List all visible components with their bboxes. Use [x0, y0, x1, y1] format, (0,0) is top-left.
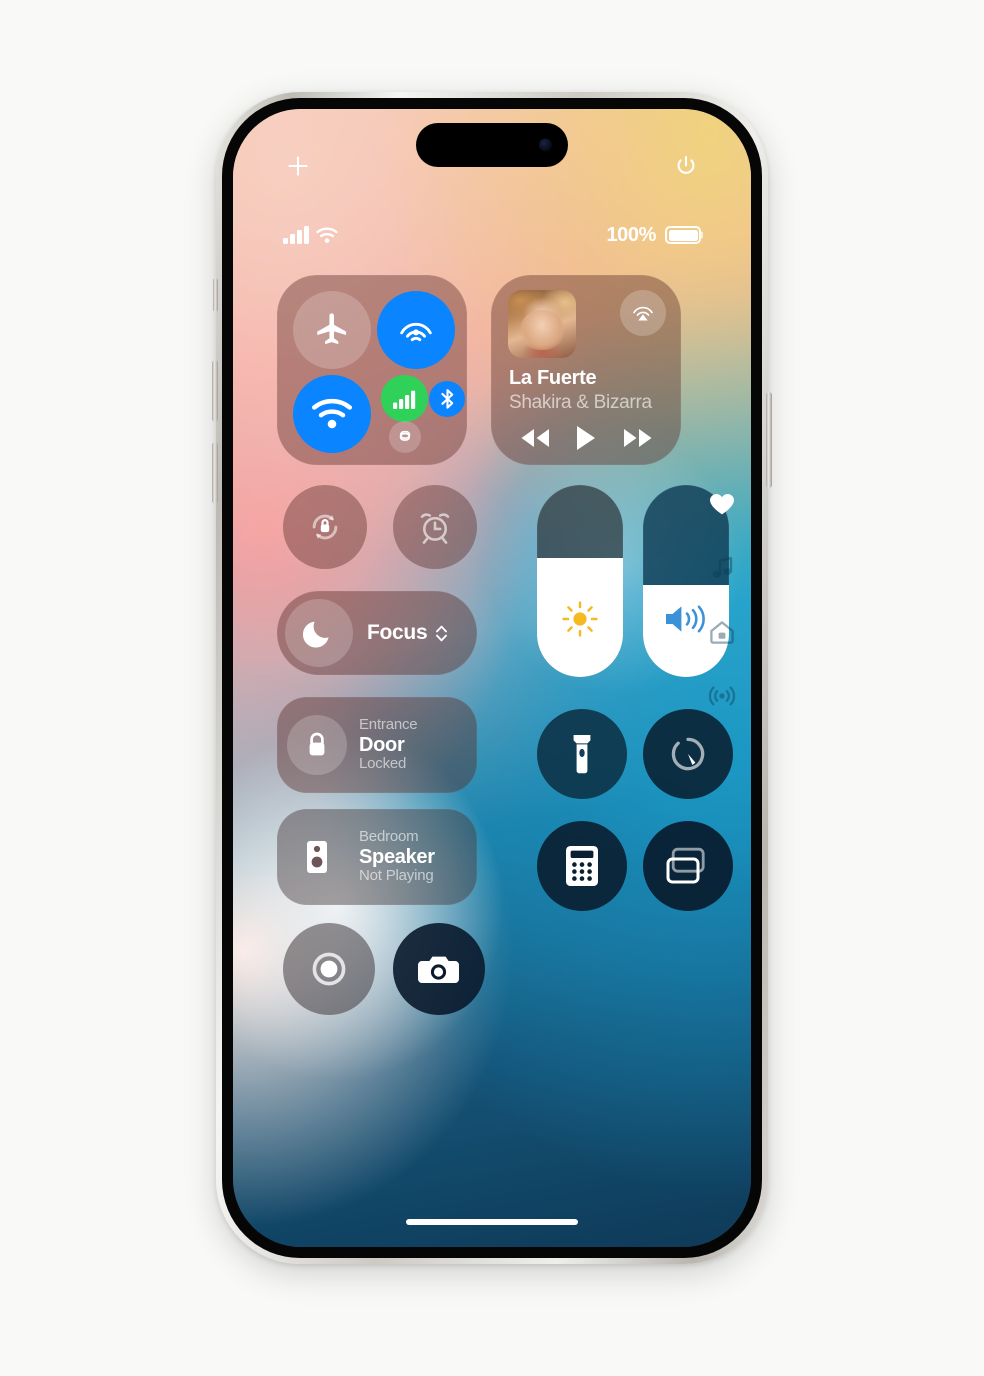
alarm-clock-button[interactable] — [393, 485, 477, 569]
brightness-slider-fill — [537, 557, 623, 677]
accessory-room: Bedroom — [359, 828, 419, 845]
add-control-button[interactable] — [281, 149, 315, 183]
connectivity-module — [277, 275, 467, 465]
airplane-mode-toggle[interactable] — [293, 291, 371, 369]
broadcast-icon[interactable] — [709, 683, 735, 709]
lock-closed-icon — [287, 715, 347, 775]
chevron-up-down-icon[interactable] — [435, 624, 448, 643]
accessory-state: Not Playing — [359, 867, 434, 885]
battery-icon — [665, 226, 703, 244]
screen-mirroring-button[interactable] — [643, 821, 733, 911]
power-off-button[interactable] — [669, 149, 703, 183]
volume-up-button[interactable] — [212, 360, 218, 422]
track-title: La Fuerte — [509, 367, 597, 389]
focus-label: Focus — [367, 621, 428, 644]
wifi-icon — [316, 227, 338, 244]
screen-record-button[interactable] — [283, 923, 375, 1015]
sun-icon — [561, 600, 599, 643]
home-accessory-door[interactable]: Entrance Door Locked — [277, 697, 477, 793]
side-power-button[interactable] — [766, 392, 772, 488]
bluetooth-toggle[interactable] — [429, 381, 465, 417]
home-accessory-text: Bedroom Speaker Not Playing — [359, 828, 435, 885]
volume-down-button[interactable] — [212, 442, 218, 504]
phone-device-frame: 100% La Fuerte Shakira & Bizarra Focus E… — [212, 92, 772, 1264]
status-bar-right: 100% — [606, 223, 703, 247]
dynamic-island[interactable] — [416, 123, 568, 167]
heart-icon[interactable] — [709, 491, 735, 517]
speaker-waves-icon — [662, 600, 710, 643]
camera-button[interactable] — [393, 923, 485, 1015]
brightness-slider[interactable] — [537, 485, 623, 677]
rewind-icon[interactable] — [515, 423, 555, 453]
cellular-data-toggle[interactable] — [381, 375, 428, 422]
play-icon[interactable] — [566, 423, 606, 453]
page-indicator-rail — [709, 491, 735, 709]
airplay-audio-icon[interactable] — [620, 290, 666, 336]
album-artwork — [508, 290, 576, 358]
accessory-state: Locked — [359, 755, 407, 773]
flashlight-button[interactable] — [537, 709, 627, 799]
status-bar-left — [283, 226, 338, 244]
cellular-signal-icon — [283, 226, 309, 244]
playback-controls — [491, 423, 681, 453]
action-button[interactable] — [213, 278, 218, 312]
track-artist: Shakira & Bizarra — [509, 392, 652, 413]
calculator-button[interactable] — [537, 821, 627, 911]
timer-button[interactable] — [643, 709, 733, 799]
status-bar: 100% — [233, 223, 751, 247]
accessory-name: Door — [359, 733, 405, 756]
moon-icon — [285, 599, 353, 667]
home-accessory-text: Entrance Door Locked — [359, 716, 418, 773]
battery-percent-label: 100% — [606, 223, 656, 246]
now-playing-module[interactable]: La Fuerte Shakira & Bizarra — [491, 275, 681, 465]
home-indicator[interactable] — [406, 1219, 578, 1225]
speaker-box-icon — [287, 827, 347, 887]
front-camera-dot-icon — [539, 138, 552, 152]
rotation-lock-toggle[interactable] — [283, 485, 367, 569]
house-icon[interactable] — [709, 619, 735, 645]
focus-label-group: Focus — [367, 621, 448, 645]
focus-control[interactable]: Focus — [277, 591, 477, 675]
phone-screen: 100% La Fuerte Shakira & Bizarra Focus E… — [233, 109, 751, 1247]
home-accessory-speaker[interactable]: Bedroom Speaker Not Playing — [277, 809, 477, 905]
fast-forward-icon[interactable] — [618, 423, 658, 453]
wifi-toggle[interactable] — [293, 375, 371, 453]
airdrop-toggle[interactable] — [377, 291, 455, 369]
phone-bezel: 100% La Fuerte Shakira & Bizarra Focus E… — [222, 98, 762, 1258]
accessory-room: Entrance — [359, 716, 418, 733]
music-note-icon[interactable] — [709, 555, 735, 581]
personal-hotspot-toggle[interactable] — [389, 421, 421, 453]
accessory-name: Speaker — [359, 845, 435, 868]
